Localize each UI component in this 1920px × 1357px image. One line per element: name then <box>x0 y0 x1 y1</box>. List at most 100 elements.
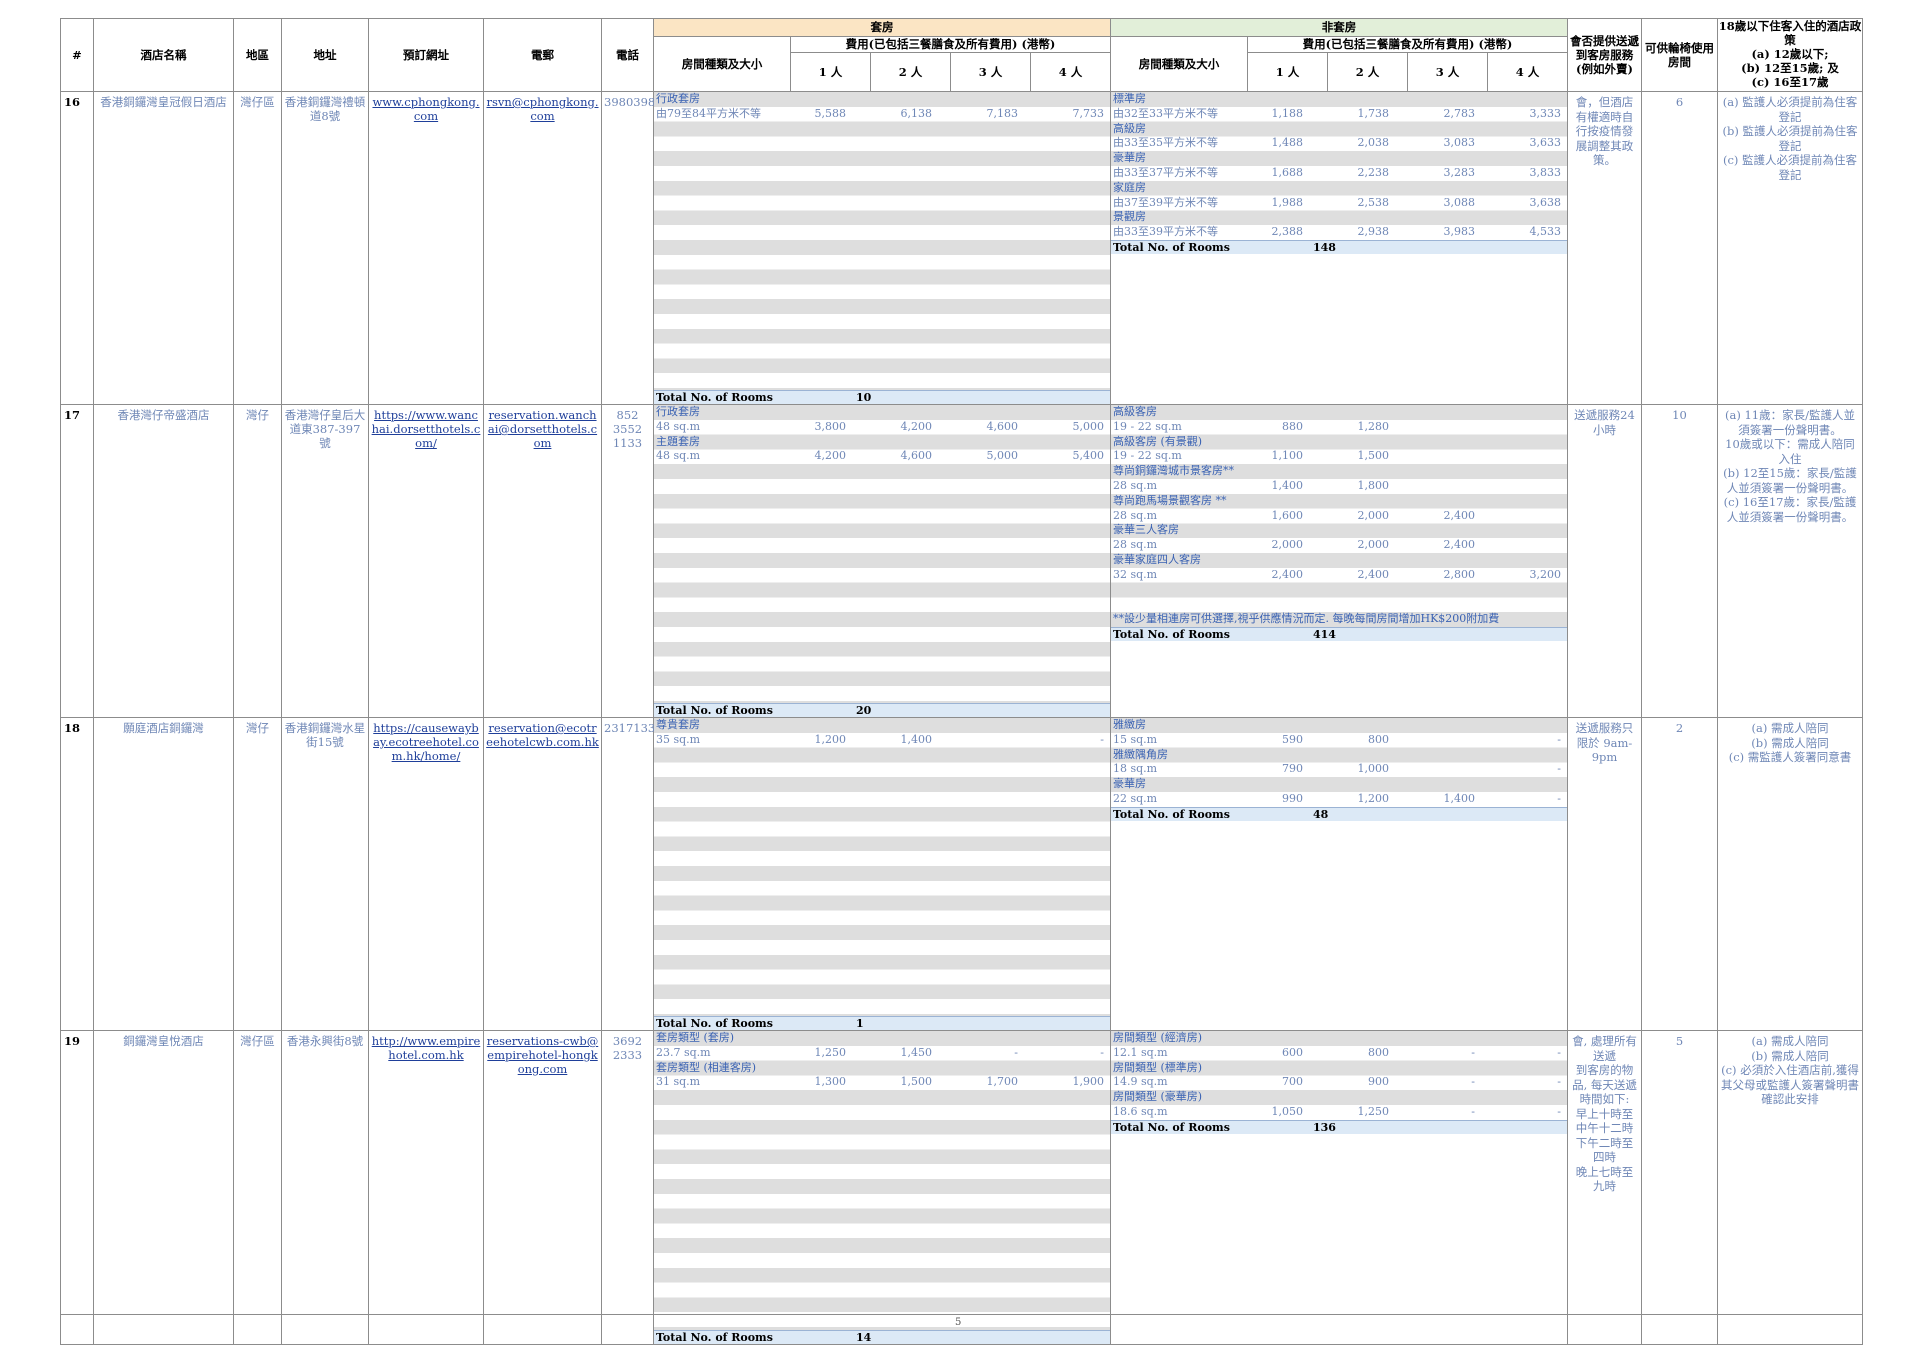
room-type-label: 豪華家庭四人客房 <box>1113 552 1201 566</box>
suite-rooms: 套房類型 (套房) 23.7 sq.m 1,250 1,450 - - 套房類型 (相連客房… <box>653 1030 1111 1345</box>
price-3-person <box>1395 449 1481 464</box>
room-price-row: 23.7 sq.m 1,250 1,450 - - <box>654 1046 1110 1061</box>
room-type-row: 雅緻隅角房 <box>1111 748 1567 763</box>
price-1-person: 790 <box>1282 762 1303 776</box>
price-2-person: 1,000 <box>1357 762 1390 776</box>
room-size-label: 18.6 sq.m <box>1113 1104 1168 1118</box>
price-3-person: - <box>1471 1075 1475 1089</box>
price-1-person: 1,300 <box>814 1075 847 1089</box>
price-2-person: 800 <box>1368 1045 1389 1059</box>
price-4-person: 4,533 <box>1529 225 1562 239</box>
price-1-person: 2,388 <box>1271 225 1304 239</box>
price-2-person: 1,500 <box>900 1075 933 1089</box>
hotel-number: 19 <box>60 1030 94 1345</box>
suite-total-row: Total No. of Rooms 20 <box>654 703 1110 717</box>
delivery-line: 晚上七時至九時 <box>1575 1164 1634 1194</box>
room-type-row: 尊貴套房 <box>654 718 1110 733</box>
delivery-line: 到客房的物品, 每天送遞時間如下: <box>1572 1063 1637 1106</box>
room-size-label: 由33至35平方米不等 <box>1113 136 1218 150</box>
price-1-person: 880 <box>1282 419 1303 433</box>
room-size-label: 15 sq.m <box>1113 732 1158 746</box>
suite-grid: 尊貴套房 35 sq.m 1,200 1,400 - Total No. of Rooms… <box>654 718 1110 1030</box>
hotel-row: 18 願庭酒店銅鑼灣 灣仔 香港銅鑼灣水星街15號 https://causewayba… <box>60 717 1863 1031</box>
price-1-person: 1,600 <box>1271 508 1304 522</box>
room-price-row: 31 sq.m 1,300 1,500 1,700 1,900 <box>654 1075 1110 1090</box>
price-4-person: - <box>1557 732 1561 746</box>
delivery-line: 下午二時至四時 <box>1575 1135 1634 1165</box>
booking-url-link[interactable]: https://www.wanchai.dorsetthotels.com/ <box>368 404 484 718</box>
room-size-label: 48 sq.m <box>656 449 701 463</box>
room-type-label: 房間類型 (經濟房) <box>1113 1031 1203 1044</box>
price-4-person: 3,333 <box>1529 106 1562 120</box>
price-3-person: 2,400 <box>1443 538 1476 552</box>
room-type-label: 高級房 <box>1113 121 1146 135</box>
email-link[interactable]: rsvn@cphongkong.com <box>483 91 602 405</box>
room-size-label: 31 sq.m <box>656 1075 701 1089</box>
price-1-person: 1,188 <box>1271 106 1304 120</box>
header-policy-line: (b) 12至15歲; 及 <box>1741 61 1839 75</box>
price-4-person: - <box>1100 732 1104 746</box>
header-suite-p4: 4 人 <box>1058 65 1083 79</box>
total-value: 136 <box>1313 1120 1336 1134</box>
hotel-district: 灣仔 <box>233 717 282 1031</box>
room-size-label: 28 sq.m <box>1113 478 1158 492</box>
booking-url-link[interactable]: https://causewaybay.ecotreehotel.com.hk/… <box>368 717 484 1031</box>
policy-line: (c) 16至17歲：家長/監護人並須簽署一份聲明書。 <box>1723 495 1857 524</box>
price-1-person: 1,200 <box>814 732 847 746</box>
price-3-person: 4,600 <box>986 419 1019 433</box>
header-booking-url: 預訂網址 <box>368 18 484 92</box>
price-4-person: - <box>1557 1075 1561 1089</box>
price-1-person: 1,250 <box>814 1045 847 1059</box>
total-label: Total No. of Rooms <box>656 391 773 404</box>
price-3-person: 2,800 <box>1443 567 1476 581</box>
header-wheelchair: 可供輪椅使用房間 <box>1641 18 1718 92</box>
header-nonsuite-title: 非套房 <box>1111 19 1567 37</box>
email-link[interactable]: reservation@ecotreehotelcwb.com.hk <box>483 717 602 1031</box>
header-address: 地址 <box>281 18 369 92</box>
price-4-person: 3,633 <box>1529 136 1562 150</box>
room-type-label: 尊貴套房 <box>656 718 700 731</box>
price-4-person: 3,200 <box>1529 567 1562 581</box>
room-price-row: 由37至39平方米不等 1,988 2,538 3,088 3,638 <box>1111 196 1567 211</box>
hotel-number: 18 <box>60 717 94 1031</box>
booking-url-link[interactable]: www.cphongkong.com <box>368 91 484 405</box>
policy-line: (c) 監護人必須提前為住客登記 <box>1722 153 1858 182</box>
room-price-row: 35 sq.m 1,200 1,400 - <box>654 733 1110 748</box>
room-price-row: 22 sq.m 990 1,200 1,400 - <box>1111 792 1567 807</box>
header-nonsuite-p2: 2 人 <box>1328 53 1408 91</box>
room-size-label: 由37至39平方米不等 <box>1113 195 1218 209</box>
price-1-person: 600 <box>1282 1045 1303 1059</box>
nonsuite-total-row: Total No. of Rooms 414 <box>1111 626 1567 641</box>
price-3-person: 3,283 <box>1443 165 1476 179</box>
page-bottom-rule <box>60 1314 1862 1315</box>
header-delivery: 會否提供送遞到客房服務 (例如外賣) <box>1567 18 1642 92</box>
room-size-label: 32 sq.m <box>1113 567 1158 581</box>
hotel-phone: 3692 2333 <box>601 1030 654 1345</box>
price-2-person: 1,280 <box>1357 419 1390 433</box>
room-type-label: 房間類型 (豪華房) <box>1113 1090 1203 1104</box>
room-size-label: 12.1 sq.m <box>1113 1045 1168 1059</box>
room-price-row: 由33至39平方米不等 2,388 2,938 3,983 4,533 <box>1111 225 1567 240</box>
nonsuite-grid: 雅緻房 15 sq.m 590 800 - 雅緻隅角房 18 sq.m 790 1,000 - 豪華… <box>1111 718 1567 821</box>
suite-grid: 行政套房 48 sq.m 3,800 4,200 4,600 5,000 主題套房 48 sq… <box>654 405 1110 717</box>
suite-grid: 行政套房 由79至84平方米不等 5,588 6,138 7,183 7,733 Total… <box>654 92 1110 404</box>
header-policy-line: (a) 12歲以下; <box>1751 47 1829 61</box>
room-size-label: 35 sq.m <box>656 732 701 746</box>
total-label: Total No. of Rooms <box>656 1331 773 1344</box>
email-link[interactable]: reservations-cwb@empirehotel-hongkong.co… <box>483 1030 602 1345</box>
suite-rooms: 尊貴套房 35 sq.m 1,200 1,400 - Total No. of Rooms… <box>653 717 1111 1031</box>
room-size-label: 23.7 sq.m <box>656 1045 711 1059</box>
blank-row <box>1111 583 1567 598</box>
price-1-person: 1,988 <box>1271 195 1304 209</box>
room-type-label: 豪華房 <box>1113 151 1146 165</box>
room-price-row: 48 sq.m 4,200 4,600 5,000 5,400 <box>654 449 1110 464</box>
header-suite-fee: 費用(已包括三餐膳食及所有費用) (港幣) <box>791 37 1110 53</box>
booking-url-link[interactable]: http://www.empirehotel.com.hk <box>368 1030 484 1345</box>
email-link[interactable]: reservation.wanchai@dorsetthotels.com <box>483 404 602 718</box>
hotel-number: 16 <box>60 91 94 405</box>
room-type-row: 高級客房 <box>1111 405 1567 420</box>
room-type-row: 套房類型 (套房) <box>654 1031 1110 1046</box>
price-3-person <box>1395 420 1481 435</box>
room-size-label: 由33至37平方米不等 <box>1113 165 1218 179</box>
hotel-table: # 酒店名稱 地區 地址 預訂網址 電郵 電話 套房 房間種類及大小 費用(已包… <box>60 18 1863 1345</box>
